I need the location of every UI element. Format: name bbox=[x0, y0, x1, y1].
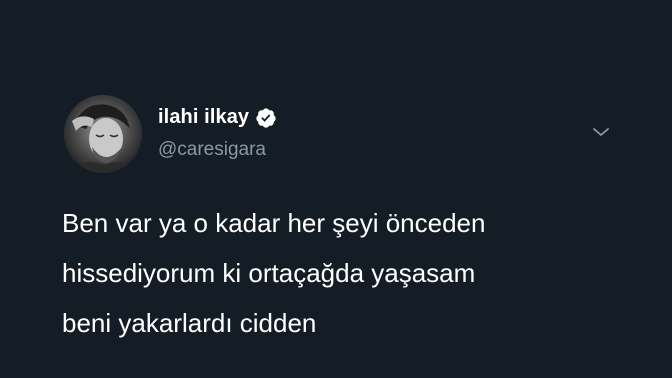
author-name-row: ilahi ilkay bbox=[158, 106, 277, 129]
display-name[interactable]: ilahi ilkay bbox=[158, 106, 249, 129]
chevron-down-icon[interactable] bbox=[590, 124, 612, 140]
tweet-text: Ben var ya o kadar her şeyi önceden hiss… bbox=[62, 198, 622, 348]
verified-badge-icon bbox=[255, 107, 277, 129]
tweet-text-line: Ben var ya o kadar her şeyi önceden bbox=[62, 208, 486, 238]
avatar-image bbox=[64, 95, 142, 173]
tweet-text-line: beni yakarlardı cidden bbox=[62, 308, 317, 338]
user-handle[interactable]: @caresigara bbox=[158, 139, 266, 161]
user-avatar[interactable] bbox=[64, 95, 142, 173]
tweet-text-line: hissediyorum ki ortaçağda yaşasam bbox=[62, 258, 476, 288]
tweet-card: ilahi ilkay @caresigara Ben var ya o kad… bbox=[0, 0, 672, 378]
